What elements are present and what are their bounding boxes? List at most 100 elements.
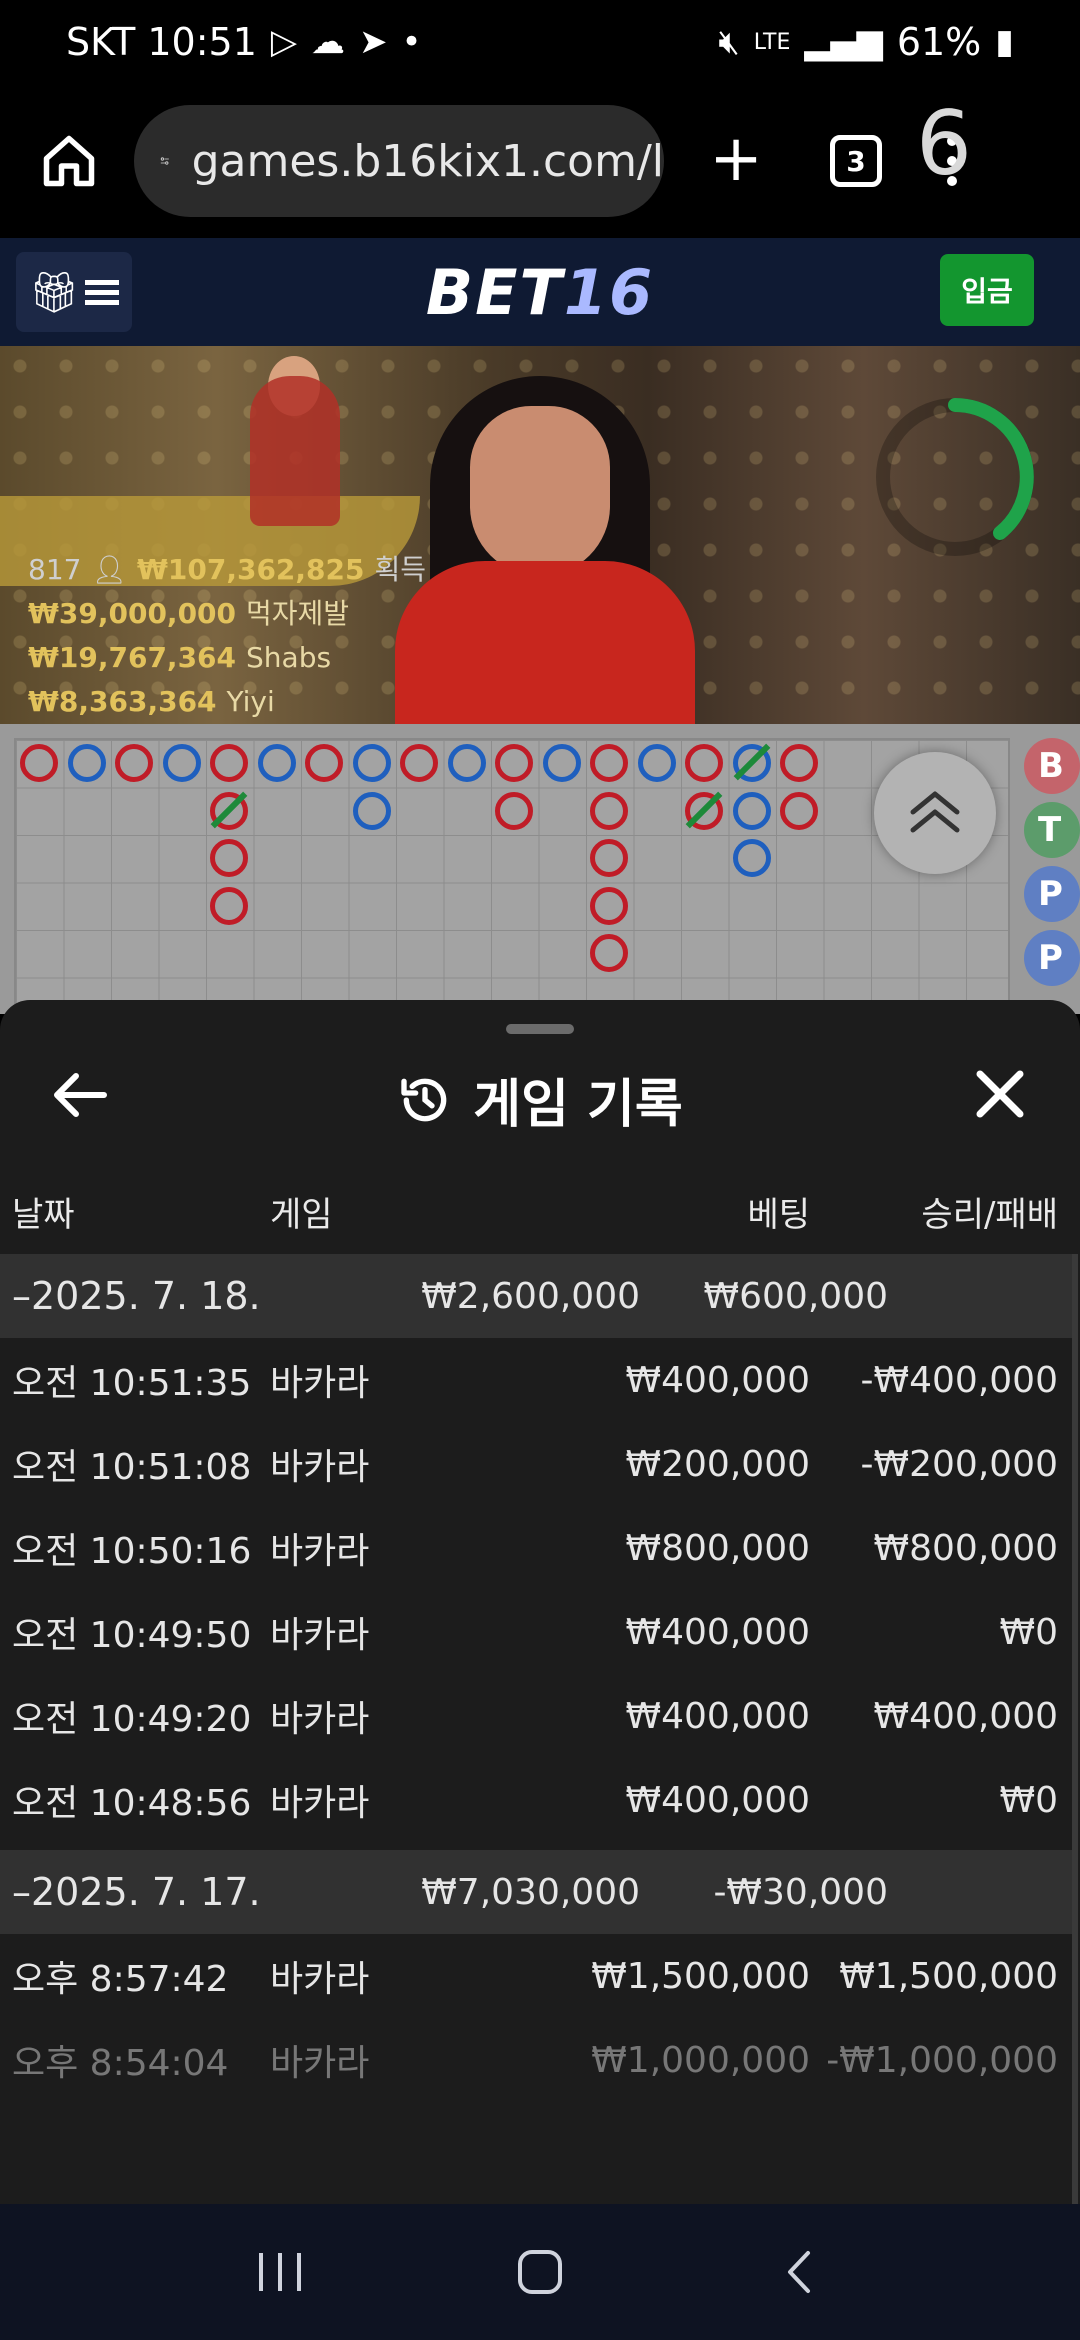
sheet-header: 게임 기록 [0, 1044, 1080, 1148]
player-bead [637, 744, 676, 782]
banker-bead [20, 744, 58, 782]
table-header: 날짜 게임 베팅 승리/패배 [0, 1168, 1080, 1254]
winner-row: ₩8,363,364 Yiyi [28, 685, 275, 718]
gift-icon: 🎁︎ [28, 269, 80, 316]
table-row[interactable]: 오전 10:51:08 바카라 ₩200,000 -₩200,000 [0, 1422, 1072, 1506]
game-history-sheet: 게임 기록 날짜 게임 베팅 승리/패배 –2025. 7. 18. ₩2,60… [0, 1000, 1080, 2204]
double-chevron-up-icon [910, 791, 960, 833]
tab-switcher-button[interactable]: 3 [830, 135, 882, 187]
banker-bead [210, 744, 248, 782]
back-nav-button[interactable] [765, 2237, 835, 2307]
mute-icon: 🔇︎ [718, 22, 740, 62]
player-bead [542, 744, 581, 782]
collapse-button[interactable] [874, 752, 996, 874]
table-row[interactable]: 오전 10:51:35 바카라 ₩400,000 -₩400,000 [0, 1338, 1072, 1422]
tab-count: 3 [846, 144, 866, 178]
col-bet: 베팅 [747, 1194, 810, 1235]
cloud-icon: ☁ [311, 22, 346, 62]
recent-apps-button[interactable] [245, 2237, 315, 2307]
bead-grid [14, 738, 1010, 1018]
sheet-title: 게임 기록 [0, 1062, 1080, 1137]
banker-bead [590, 886, 628, 925]
banker-bead [590, 791, 628, 830]
winner-row: ₩39,000,000 먹자제발 [28, 597, 350, 630]
total-won-label: 획득 [374, 553, 427, 586]
telegram-icon: ➤ [359, 22, 388, 62]
site-settings-icon[interactable] [160, 139, 170, 183]
tie-predict-button[interactable]: T [1024, 802, 1080, 858]
player-bead [732, 839, 771, 877]
home-nav-button[interactable] [505, 2237, 575, 2307]
chevron-left-icon [788, 2251, 810, 2293]
url-bar[interactable]: games.b16kix1.com/l [134, 105, 664, 217]
countdown-ring [876, 398, 1034, 556]
banker-bead [495, 744, 533, 782]
home-icon [43, 135, 95, 187]
banker-bead [305, 744, 343, 782]
table-row[interactable]: 오전 10:49:20 바카라 ₩400,000 ₩400,000 [0, 1674, 1072, 1758]
countdown-number: 6 [916, 92, 972, 195]
user-icon: 👤︎ [91, 553, 127, 586]
winners-panel: 817 👤︎ ₩107,362,825 획득 ₩39,000,000 먹자제발 ₩… [28, 548, 426, 724]
banker-bead [400, 744, 438, 782]
player-predict-button[interactable]: P [1024, 866, 1080, 922]
drag-handle[interactable] [506, 1024, 574, 1034]
player-predict-button-2[interactable]: P [1024, 930, 1080, 986]
table-row[interactable]: 오전 10:49:50 바카라 ₩400,000 ₩0 [0, 1590, 1072, 1674]
new-tab-button[interactable]: + [706, 127, 766, 191]
sheet-title-text: 게임 기록 [473, 1075, 683, 1135]
banker-bead [685, 744, 723, 782]
banker-bead [590, 744, 628, 782]
date-group-header[interactable]: –2025. 7. 17. ₩7,030,000 -₩30,000 [0, 1850, 1072, 1934]
table-row[interactable]: 오전 10:50:16 바카라 ₩800,000 ₩800,000 [0, 1506, 1072, 1590]
battery-level: 61% [896, 20, 982, 64]
player-bead [352, 791, 391, 830]
col-game: 게임 [270, 1194, 333, 1235]
status-bar: SKT 10:51 ▷ ☁ ➤ • 🔇︎ LTE ▂▄▆ 61% ▮ [0, 0, 1080, 84]
banker-bead [780, 744, 818, 782]
scrollbar[interactable] [1072, 1254, 1078, 2204]
table-row[interactable]: 오후 8:54:04 바카라 ₩1,000,000 -₩1,000,000 [0, 2018, 1072, 2102]
banker-bead [590, 934, 628, 972]
promo-menu-button[interactable]: 🎁︎ [16, 252, 132, 332]
battery-icon: ▮ [995, 22, 1014, 62]
table-row[interactable]: 오전 10:48:56 바카라 ₩400,000 ₩0 [0, 1758, 1072, 1842]
total-won: ₩107,362,825 [137, 553, 365, 586]
banker-bead [780, 791, 818, 830]
url-text: games.b16kix1.com/l [191, 135, 664, 187]
col-win-loss: 승리/패배 [921, 1194, 1058, 1235]
date-group-header[interactable]: –2025. 7. 18. ₩2,600,000 ₩600,000 [0, 1254, 1072, 1338]
banker-predict-button[interactable]: B [1024, 738, 1080, 794]
signal-icon: ▂▄▆ [804, 22, 883, 62]
home-button[interactable] [34, 126, 104, 196]
player-bead [447, 744, 486, 782]
network-type: LTE [753, 29, 791, 55]
player-count: 817 [28, 553, 82, 586]
col-date: 날짜 [12, 1194, 75, 1235]
deposit-button[interactable]: 입금 [940, 254, 1034, 326]
prediction-buttons: B T P P [1024, 738, 1080, 994]
player-bead [162, 744, 201, 782]
close-icon [976, 1070, 1024, 1118]
banker-bead [115, 744, 153, 782]
banker-bead [495, 791, 533, 830]
system-nav-bar [0, 2204, 1080, 2340]
recents-icon [259, 2253, 301, 2291]
site-logo: BET16 [425, 255, 655, 329]
hamburger-icon [85, 280, 120, 305]
banker-bead [590, 839, 628, 877]
site-header: 🎁︎ BET16 입금 [0, 238, 1080, 346]
carrier-time: SKT 10:51 [66, 20, 257, 64]
winner-row: ₩19,767,364 Shabs [28, 641, 332, 674]
banker-bead [210, 839, 248, 877]
plus-icon: + [709, 122, 763, 196]
dot-icon: • [401, 22, 422, 62]
player-bead [732, 791, 771, 830]
player-bead [257, 744, 296, 782]
player-bead [67, 744, 106, 782]
play-store-icon: ▷ [270, 22, 298, 62]
home-square-icon [518, 2250, 562, 2294]
table-row[interactable]: 오후 8:57:42 바카라 ₩1,500,000 ₩1,500,000 [0, 1934, 1072, 2018]
player-bead [352, 744, 391, 782]
close-button[interactable] [974, 1068, 1026, 1120]
